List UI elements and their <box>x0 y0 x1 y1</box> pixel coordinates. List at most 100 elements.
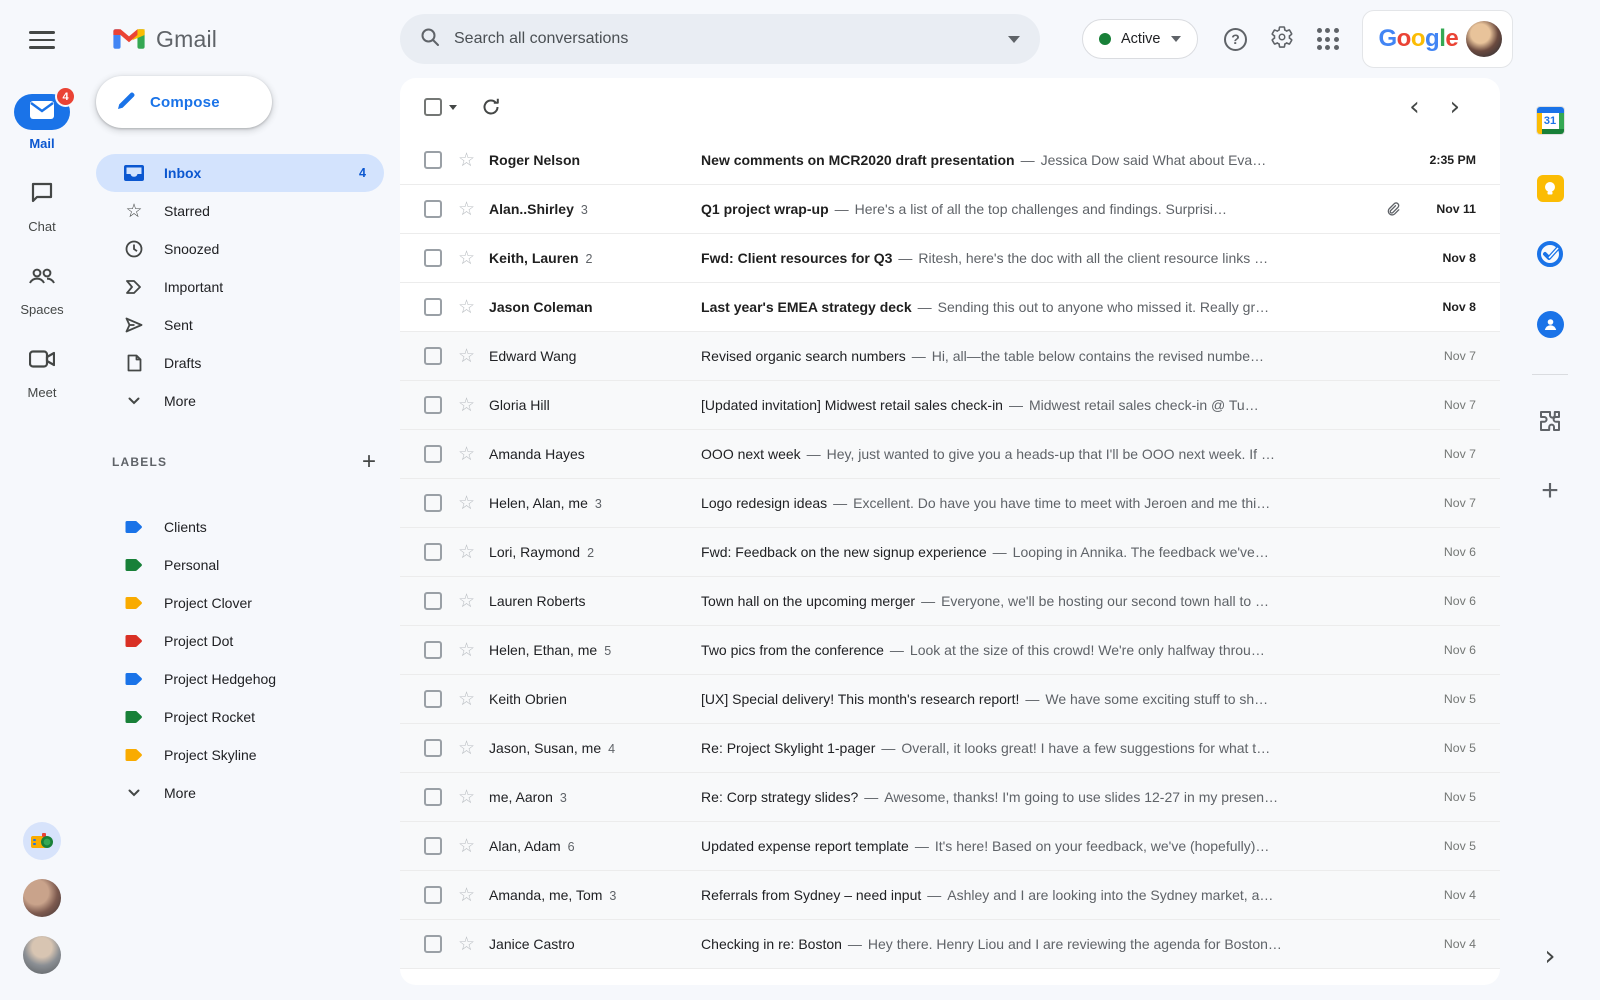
star-icon[interactable]: ☆ <box>458 492 475 515</box>
label-item-clients[interactable]: Clients <box>96 508 384 546</box>
email-row[interactable]: ☆ Helen, Ethan, me 5 Two pics from the c… <box>400 626 1500 675</box>
calendar-app-button[interactable]: 31 <box>1530 100 1570 140</box>
get-addons-button[interactable] <box>1530 403 1570 443</box>
star-icon[interactable]: ☆ <box>458 639 475 662</box>
sidebar-item-sent[interactable]: Sent <box>96 306 384 344</box>
star-icon[interactable]: ☆ <box>458 247 475 270</box>
mail-icon <box>29 100 55 125</box>
main-menu-button[interactable] <box>24 22 60 58</box>
label-item-project-rocket[interactable]: Project Rocket <box>96 698 384 736</box>
labels-more[interactable]: More <box>96 774 384 812</box>
label-item-project-dot[interactable]: Project Dot <box>96 622 384 660</box>
email-checkbox[interactable] <box>424 494 442 512</box>
email-row[interactable]: ☆ Jason Coleman Last year's EMEA strateg… <box>400 283 1500 332</box>
contacts-app-button[interactable] <box>1530 304 1570 344</box>
email-checkbox[interactable] <box>424 249 442 267</box>
select-all-checkbox[interactable] <box>424 98 442 116</box>
add-panel-app-button[interactable]: + <box>1530 471 1570 511</box>
availability-status-button[interactable]: Active <box>1082 19 1198 59</box>
star-icon[interactable]: ☆ <box>458 835 475 858</box>
older-page-button[interactable]: › <box>1450 94 1460 120</box>
email-checkbox[interactable] <box>424 200 442 218</box>
google-apps-button[interactable] <box>1306 17 1350 61</box>
star-icon[interactable]: ☆ <box>458 590 475 613</box>
email-checkbox[interactable] <box>424 396 442 414</box>
email-checkbox[interactable] <box>424 592 442 610</box>
email-row[interactable]: ☆ Alan, Adam 6 Updated expense report te… <box>400 822 1500 871</box>
label-item-project-skyline[interactable]: Project Skyline <box>96 736 384 774</box>
star-icon[interactable]: ☆ <box>458 786 475 809</box>
email-checkbox[interactable] <box>424 298 442 316</box>
email-row[interactable]: ☆ Amanda Hayes OOO next week — Hey, just w… <box>400 430 1500 479</box>
google-account-card[interactable]: Google <box>1361 10 1514 68</box>
star-icon[interactable]: ☆ <box>458 345 475 368</box>
sidebar-item-inbox[interactable]: Inbox 4 <box>96 154 384 192</box>
email-checkbox[interactable] <box>424 690 442 708</box>
email-snippet: Excellent. Do have you have time to meet… <box>853 495 1271 511</box>
rail-item-mail[interactable]: 4 Mail <box>14 86 76 151</box>
star-icon[interactable]: ☆ <box>458 737 475 760</box>
email-row[interactable]: ☆ Roger Nelson New comments on MCR2020 d… <box>400 136 1500 185</box>
email-checkbox[interactable] <box>424 347 442 365</box>
email-subject: Re: Corp strategy slides? <box>701 789 859 805</box>
star-icon[interactable]: ☆ <box>458 198 475 221</box>
email-row[interactable]: ☆ Gloria Hill [Updated invitation] Midwe… <box>400 381 1500 430</box>
email-checkbox[interactable] <box>424 445 442 463</box>
settings-button[interactable] <box>1260 17 1304 61</box>
email-row[interactable]: ☆ Keith Obrien [UX] Special delivery! Th… <box>400 675 1500 724</box>
star-icon[interactable]: ☆ <box>458 884 475 907</box>
star-icon[interactable]: ☆ <box>458 933 475 956</box>
search-options-caret-icon[interactable] <box>1008 35 1020 43</box>
email-row[interactable]: ☆ Alan..Shirley 3 Q1 project wrap-up — Her… <box>400 185 1500 234</box>
label-item-personal[interactable]: Personal <box>96 546 384 584</box>
email-row[interactable]: ☆ Amanda, me, Tom 3 Referrals from Sydne… <box>400 871 1500 920</box>
email-row[interactable]: ☆ Edward Wang Revised organic search num… <box>400 332 1500 381</box>
contact-avatar-man[interactable] <box>23 936 61 974</box>
sidebar-item-more[interactable]: More <box>96 382 384 420</box>
email-checkbox[interactable] <box>424 788 442 806</box>
star-icon[interactable]: ☆ <box>458 443 475 466</box>
refresh-button[interactable] <box>481 97 501 117</box>
tasks-app-button[interactable] <box>1530 236 1570 276</box>
label-item-project-hedgehog[interactable]: Project Hedgehog <box>96 660 384 698</box>
newer-page-button[interactable]: ‹ <box>1409 94 1419 120</box>
email-checkbox[interactable] <box>424 543 442 561</box>
sidebar-item-important[interactable]: Important <box>96 268 384 306</box>
search-input[interactable] <box>454 30 994 48</box>
help-button[interactable]: ? <box>1214 17 1258 61</box>
rail-item-chat[interactable]: Chat <box>14 177 70 234</box>
star-icon[interactable]: ☆ <box>458 149 475 172</box>
sidebar-item-drafts[interactable]: Drafts <box>96 344 384 382</box>
sidebar-item-starred[interactable]: ☆ Starred <box>96 192 384 230</box>
create-label-button[interactable]: + <box>362 450 376 474</box>
email-row[interactable]: ☆ Keith, Lauren 2 Fwd: Client resources … <box>400 234 1500 283</box>
star-icon[interactable]: ☆ <box>458 541 475 564</box>
star-icon[interactable]: ☆ <box>458 394 475 417</box>
email-row[interactable]: ☆ me, Aaron 3 Re: Corp strategy slides? —… <box>400 773 1500 822</box>
email-row[interactable]: ☆ Jason, Susan, me 4 Re: Project Skyligh… <box>400 724 1500 773</box>
contact-avatar-woman[interactable] <box>23 879 61 917</box>
email-row[interactable]: ☆ Helen, Alan, me 3 Logo redesign ideas —… <box>400 479 1500 528</box>
star-icon[interactable]: ☆ <box>458 296 475 319</box>
select-options-caret-icon[interactable] <box>449 104 457 110</box>
email-checkbox[interactable] <box>424 151 442 169</box>
email-checkbox[interactable] <box>424 837 442 855</box>
hide-side-panel-button[interactable]: › <box>1544 939 1555 972</box>
search-bar[interactable] <box>400 14 1040 64</box>
email-row[interactable]: ☆ Lauren Roberts Town hall on the upcomi… <box>400 577 1500 626</box>
sidebar-item-snoozed[interactable]: Snoozed <box>96 230 384 268</box>
rail-item-meet[interactable]: Meet <box>14 343 70 400</box>
email-checkbox[interactable] <box>424 935 442 953</box>
email-row[interactable]: ☆ Janice Castro Checking in re: Boston — H… <box>400 920 1500 969</box>
email-checkbox[interactable] <box>424 641 442 659</box>
user-avatar[interactable] <box>1466 21 1503 57</box>
label-item-project-clover[interactable]: Project Clover <box>96 584 384 622</box>
contact-avatar-camera[interactable] <box>23 822 61 860</box>
email-checkbox[interactable] <box>424 739 442 757</box>
star-icon[interactable]: ☆ <box>458 688 475 711</box>
email-checkbox[interactable] <box>424 886 442 904</box>
keep-app-button[interactable] <box>1530 168 1570 208</box>
email-row[interactable]: ☆ Lori, Raymond 2 Fwd: Feedback on the n… <box>400 528 1500 577</box>
rail-item-spaces[interactable]: Spaces <box>14 260 70 317</box>
compose-button[interactable]: Compose <box>96 76 272 128</box>
